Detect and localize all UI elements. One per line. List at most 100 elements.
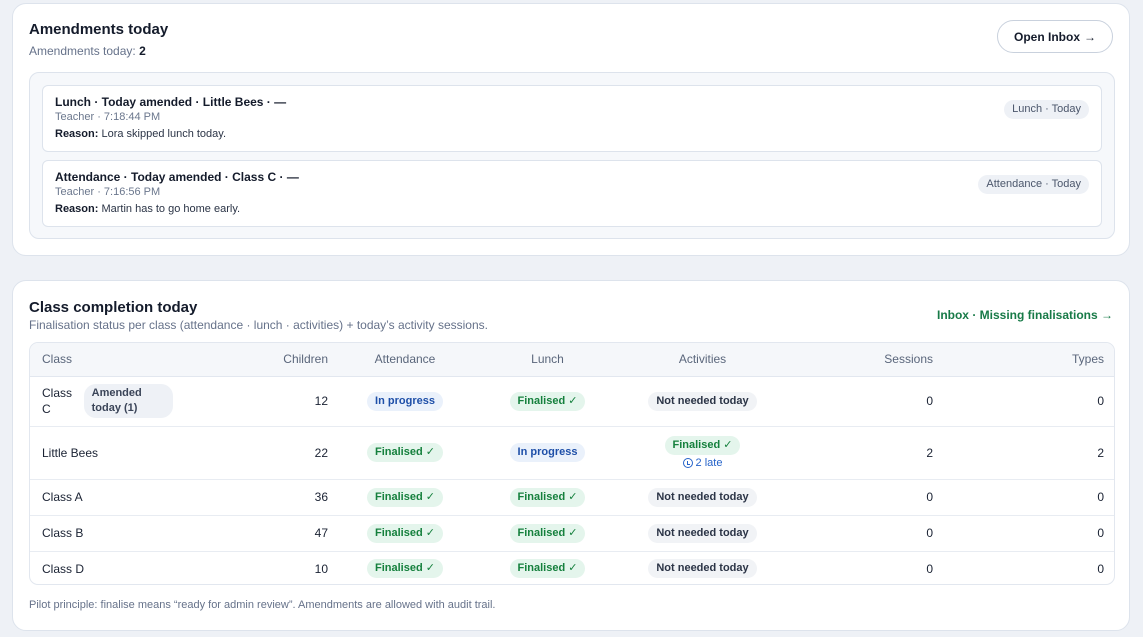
cell-class: Class D <box>30 551 185 584</box>
footnote: Pilot principle: finalise means “ready f… <box>29 599 496 611</box>
header-class: Class <box>30 343 185 377</box>
late-indicator: 2 late <box>637 457 768 469</box>
cell-attendance: Finalised ✓ <box>340 426 470 480</box>
amendment-tag: Lunch · Today <box>1004 100 1089 119</box>
reason-label: Reason: <box>55 203 99 215</box>
cell-children: 12 <box>185 376 340 427</box>
class-name: Class C <box>42 386 73 416</box>
status-badge: Not needed today <box>648 523 757 543</box>
status-badge: Finalised ✓ <box>367 487 443 507</box>
late-count: 2 late <box>695 457 723 469</box>
header-activities: Activities <box>625 343 780 377</box>
amendments-card: Amendments today Amendments today: 2 Ope… <box>12 3 1130 256</box>
amendment-tag: Attendance · Today <box>978 175 1089 194</box>
cell-lunch: Finalised ✓ <box>470 479 625 516</box>
class-name: Class B <box>42 526 84 540</box>
cell-children: 10 <box>314 561 328 576</box>
amendment-meta: Teacher · 7:18:44 PM <box>55 111 161 123</box>
cell-attendance: Finalised ✓ <box>340 515 470 552</box>
amendment-title: Lunch · Today amended · Little Bees · — <box>55 95 287 109</box>
header-children: Children <box>185 343 340 377</box>
cell-sessions: 0 <box>780 515 945 552</box>
cell-children: 47 <box>185 515 340 552</box>
open-inbox-label: Open Inbox <box>1014 29 1080 44</box>
header-lunch: Lunch <box>470 343 625 377</box>
class-completion-subtitle: Finalisation status per class (attendanc… <box>29 318 488 332</box>
cell-class: Class B <box>30 515 185 552</box>
cell-activities: Not needed today <box>625 376 780 427</box>
cell-activities: Not needed today <box>625 515 780 552</box>
cell-types: 0 <box>1097 561 1104 576</box>
cell-types: 0 <box>945 376 1114 427</box>
header-attendance: Attendance <box>340 343 470 377</box>
class-completion-table: Class Children Attendance Lunch Activiti… <box>29 342 1115 585</box>
amendments-title: Amendments today <box>29 21 169 38</box>
cell-class: Class C Amended today (1) <box>30 376 185 427</box>
cell-lunch: In progress <box>470 426 625 480</box>
cell-sessions: 0 <box>926 561 933 576</box>
status-badge: Finalised ✓ <box>509 523 586 543</box>
status-badge: In progress <box>367 391 443 411</box>
cell-children: 22 <box>185 426 340 480</box>
reason-label: Reason: <box>55 128 99 140</box>
reason-text: Lora skipped lunch today. <box>101 128 227 140</box>
clock-icon <box>682 458 693 468</box>
cell-activities: Not needed today <box>625 479 780 516</box>
status-badge: Finalised ✓ <box>367 443 443 462</box>
table-row[interactable]: Class A 36 Finalised ✓ Finalised ✓ Not n… <box>30 479 1114 516</box>
amendment-title: Attendance · Today amended · Class C · — <box>55 170 299 184</box>
status-badge: Finalised ✓ <box>509 487 586 507</box>
cell-sessions: 0 <box>780 479 945 516</box>
amendment-reason: Reason: Lora skipped lunch today. <box>55 128 226 140</box>
cell-attendance: In progress <box>340 376 470 427</box>
class-completion-title: Class completion today <box>29 299 198 316</box>
amendments-list: Lunch · Today amended · Little Bees · — … <box>29 72 1115 239</box>
status-badge: Finalised ✓ <box>367 523 443 543</box>
amendments-subtitle: Amendments today: 2 <box>29 44 146 58</box>
amendments-count: 2 <box>139 44 146 58</box>
table-row[interactable]: Class D 10 Finalised ✓ Finalised ✓ Not n… <box>30 551 1114 584</box>
amendment-reason: Reason: Martin has to go home early. <box>55 203 240 215</box>
status-badge: Not needed today <box>648 559 757 579</box>
header-sessions: Sessions <box>780 343 945 377</box>
table-row[interactable]: Class C Amended today (1) 12 In progress… <box>30 376 1114 427</box>
open-inbox-button[interactable]: Open Inbox → <box>997 20 1113 53</box>
status-badge: Finalised ✓ <box>509 559 586 579</box>
class-name: Class A <box>42 490 83 504</box>
cell-types: 2 <box>945 426 1114 480</box>
table-row[interactable]: Class B 47 Finalised ✓ Finalised ✓ Not n… <box>30 515 1114 552</box>
table-row[interactable]: Little Bees 22 Finalised ✓ In progress F… <box>30 426 1114 480</box>
status-badge: Finalised ✓ <box>367 559 443 579</box>
cell-class: Class A <box>30 479 185 516</box>
status-badge: Not needed today <box>648 391 757 411</box>
table-header-row: Class Children Attendance Lunch Activiti… <box>30 343 1114 377</box>
class-name: Little Bees <box>42 445 99 460</box>
cell-activities: Not needed today <box>625 551 780 584</box>
cell-children: 36 <box>185 479 340 516</box>
status-badge: Finalised ✓ <box>509 391 586 411</box>
cell-sessions: 0 <box>780 376 945 427</box>
cell-lunch: Finalised ✓ <box>470 376 625 427</box>
cell-class: Little Bees <box>30 426 185 480</box>
status-badge: In progress <box>509 443 586 462</box>
status-badge: Not needed today <box>648 487 757 507</box>
cell-lunch: Finalised ✓ <box>470 515 625 552</box>
status-badge: Finalised ✓ <box>664 436 741 455</box>
cell-attendance: Finalised ✓ <box>340 479 470 516</box>
cell-activities: Finalised ✓ 2 late <box>625 426 780 480</box>
amendment-item[interactable]: Attendance · Today amended · Class C · —… <box>42 160 1102 227</box>
arrow-right-icon: → <box>1084 29 1096 44</box>
amendment-meta: Teacher · 7:16:56 PM <box>55 186 161 198</box>
amendments-count-label: Amendments today: <box>29 44 136 58</box>
inbox-missing-finalisations-link[interactable]: Inbox · Missing finalisations → <box>937 308 1113 322</box>
class-completion-card: Class completion today Finalisation stat… <box>12 280 1130 631</box>
reason-text: Martin has to go home early. <box>101 203 241 215</box>
cell-lunch: Finalised ✓ <box>470 551 625 584</box>
class-name: Class D <box>42 561 85 576</box>
cell-attendance: Finalised ✓ <box>340 551 470 584</box>
amendment-item[interactable]: Lunch · Today amended · Little Bees · — … <box>42 85 1102 152</box>
cell-types: 0 <box>945 515 1114 552</box>
amended-badge: Amended today (1) <box>83 384 173 418</box>
header-types: Types <box>945 343 1114 377</box>
cell-types: 0 <box>945 479 1114 516</box>
